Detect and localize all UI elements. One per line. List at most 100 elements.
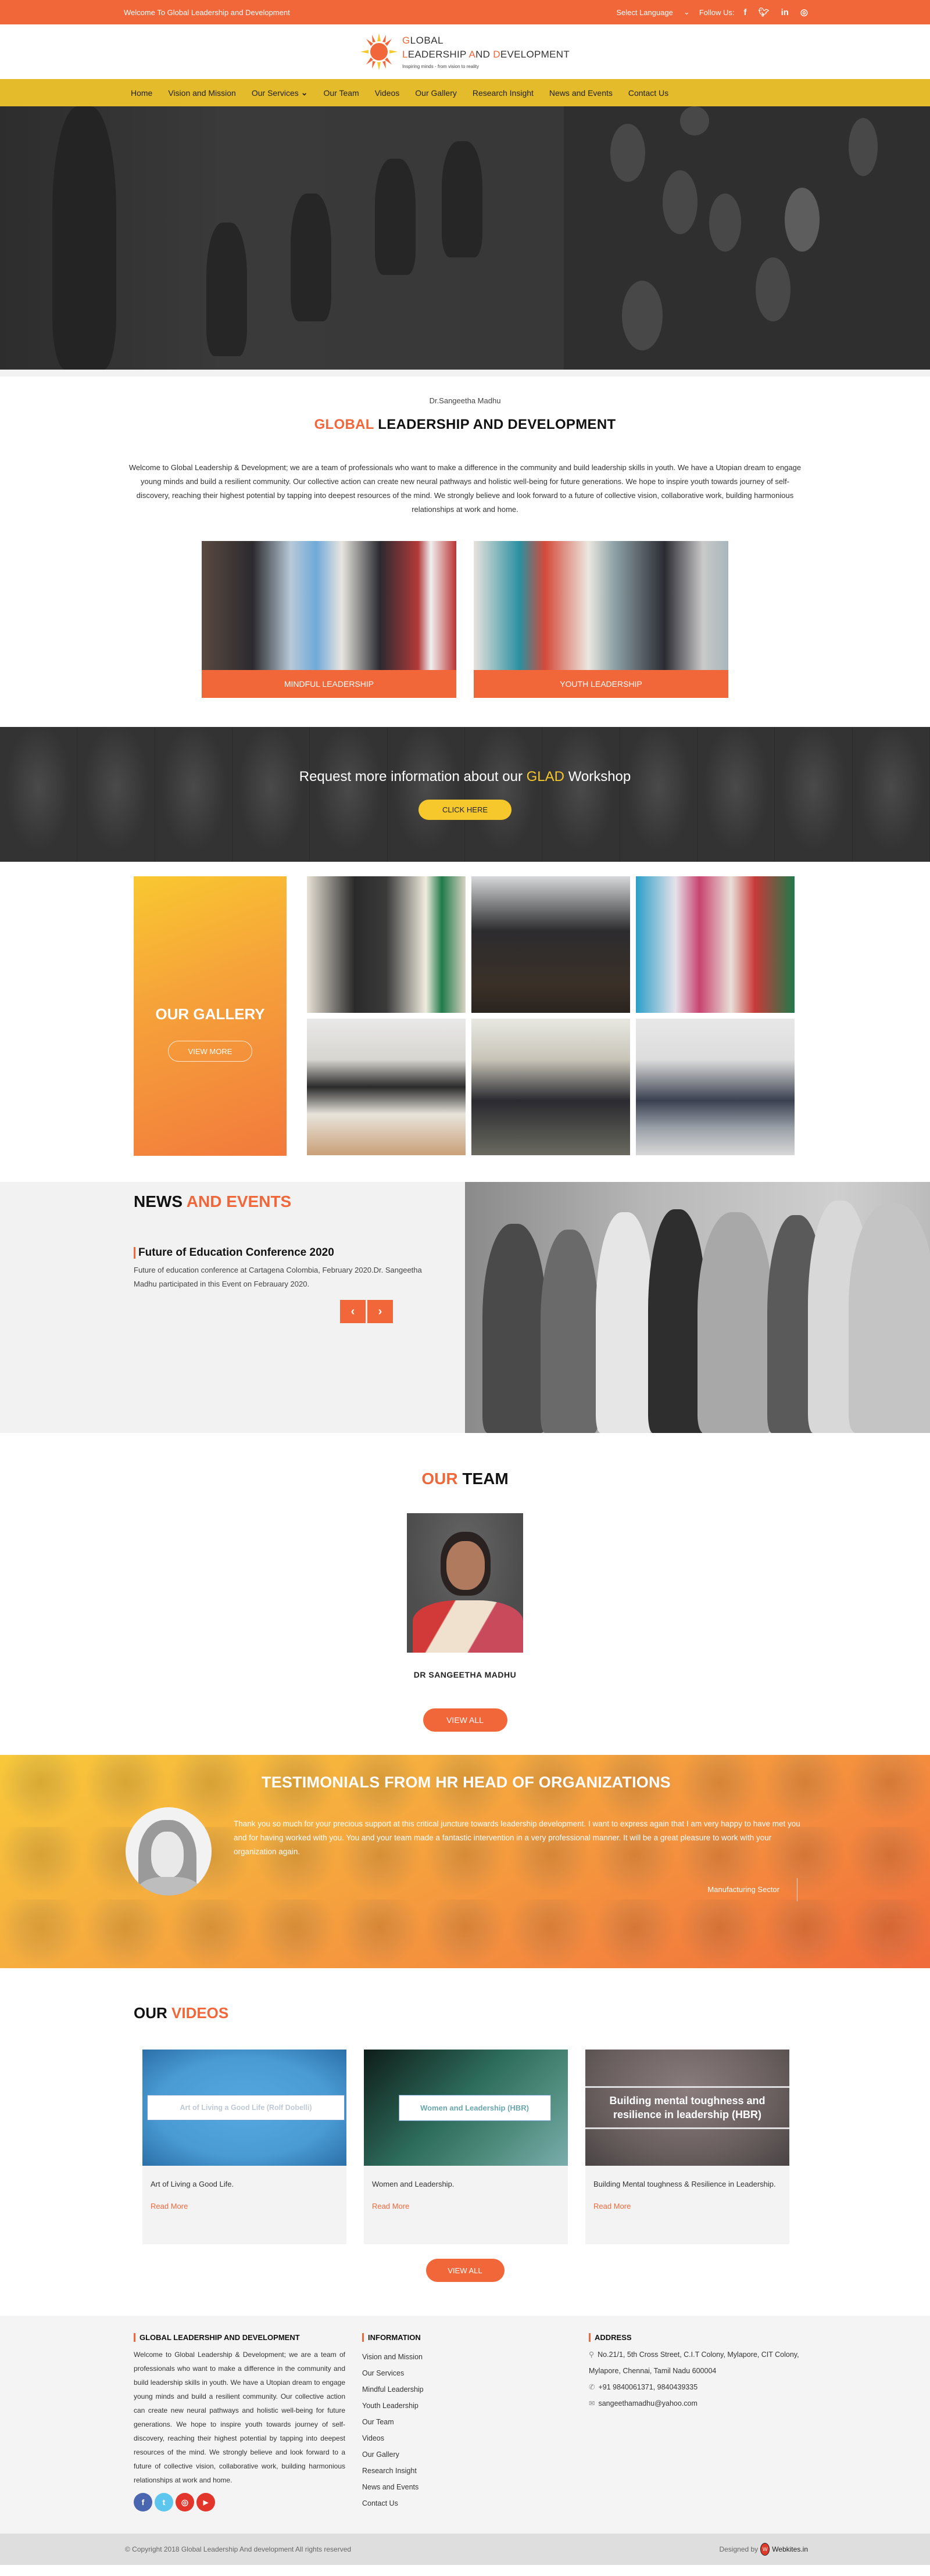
testimonial-author: Manufacturing Sector <box>707 1878 797 1901</box>
news-title: NEWS AND EVENTS <box>134 1192 292 1210</box>
designer-credit[interactable]: Designed by W Webkites.in <box>719 2543 808 2556</box>
footer-about-text: Welcome to Global Leadership & Developme… <box>134 2351 345 2484</box>
team-view-all-button[interactable]: VIEW ALL <box>423 1708 507 1732</box>
gallery-photo[interactable] <box>307 1019 466 1155</box>
nav-vision-mission[interactable]: Vision and Mission <box>168 88 235 98</box>
footer-link-our-services[interactable]: Our Services <box>362 2369 404 2377</box>
footer-link-news-events[interactable]: News and Events <box>362 2483 419 2491</box>
testimonial-quote: Thank you so much for your precious supp… <box>234 1819 800 1856</box>
youth-leadership-photo <box>474 541 728 670</box>
footer-link-videos[interactable]: Videos <box>362 2434 384 2442</box>
cta-heading: Request more information about our GLAD … <box>299 769 631 784</box>
follow-label: Follow Us: <box>699 8 735 17</box>
youtube-icon[interactable]: ▶ <box>196 2493 215 2511</box>
gallery-photo[interactable] <box>471 876 630 1013</box>
video-thumbnail[interactable]: Women and Leadership (HBR) <box>364 2050 568 2166</box>
cta-background-photo <box>0 727 930 862</box>
intro-title: GLOBAL LEADERSHIP AND DEVELOPMENT <box>314 417 616 432</box>
webkites-logo-icon: W <box>760 2543 770 2556</box>
gallery-grid <box>307 876 795 1182</box>
twitter-icon[interactable]: t <box>155 2493 173 2511</box>
facebook-icon[interactable]: f <box>134 2493 152 2511</box>
video-card: Art of Living a Good Life (Rolf Dobelli)… <box>142 2050 346 2244</box>
linkedin-icon[interactable]: in <box>781 8 789 17</box>
read-more-link[interactable]: Read More <box>593 2199 781 2213</box>
envelope-icon: ✉ <box>589 2399 595 2407</box>
footer-link-youth-leadership[interactable]: Youth Leadership <box>362 2402 419 2410</box>
team-member-photo[interactable] <box>407 1513 523 1653</box>
chevron-left-icon: ‹ <box>350 1305 355 1318</box>
footer-link-our-team[interactable]: Our Team <box>362 2418 394 2426</box>
footer-link-our-gallery[interactable]: Our Gallery <box>362 2450 399 2459</box>
nav-videos[interactable]: Videos <box>375 88 400 98</box>
view-more-button[interactable]: VIEW MORE <box>168 1041 252 1062</box>
map-pin-icon: ⚲ <box>589 2351 595 2359</box>
footer: GLOBAL LEADERSHIP AND DEVELOPMENT Welcom… <box>0 2316 930 2534</box>
read-more-link[interactable]: Read More <box>151 2199 338 2213</box>
gallery-photo[interactable] <box>471 1019 630 1155</box>
nav-our-gallery[interactable]: Our Gallery <box>415 88 457 98</box>
video-title: Art of Living a Good Life. <box>151 2180 234 2188</box>
footer-email[interactable]: ✉ sangeethamadhu@yahoo.com <box>589 2395 810 2412</box>
news-prev-button[interactable]: ‹ <box>340 1300 366 1323</box>
welcome-text: Welcome To Global Leadership and Develop… <box>124 8 290 17</box>
read-more-link[interactable]: Read More <box>372 2199 560 2213</box>
language-select[interactable]: Select Language ⌄ <box>616 8 690 17</box>
testimonials-section: TESTIMONIALS FROM HR HEAD OF ORGANIZATIO… <box>0 1755 930 1968</box>
gallery-photo[interactable] <box>636 876 795 1013</box>
instagram-icon[interactable]: ◎ <box>800 7 808 17</box>
footer-link-vision-mission[interactable]: Vision and Mission <box>362 2353 423 2361</box>
logo-text: GLOBAL LEADERSHIP AND DEVELOPMENT Inspir… <box>402 34 570 69</box>
nav-our-team[interactable]: Our Team <box>324 88 359 98</box>
intro-section: Dr.Sangeetha Madhu GLOBAL LEADERSHIP AND… <box>0 377 930 698</box>
hero-banner <box>0 106 930 370</box>
news-item-title[interactable]: Future of Education Conference 2020 <box>134 1247 465 1259</box>
mindful-leadership-card[interactable]: MINDFUL LEADERSHIP <box>202 541 456 698</box>
gallery-section: OUR GALLERY VIEW MORE <box>0 862 930 1182</box>
videos-view-all-button[interactable]: VIEW ALL <box>425 2259 505 2282</box>
instagram-icon[interactable]: ◎ <box>176 2493 194 2511</box>
click-here-button[interactable]: CLICK HERE <box>419 800 512 820</box>
video-card: Women and Leadership (HBR) Women and Lea… <box>364 2050 568 2244</box>
videos-title: OUR VIDEOS <box>134 2004 229 2022</box>
gallery-photo[interactable] <box>636 1019 795 1155</box>
video-thumbnail[interactable]: Building mental toughness and resilience… <box>585 2050 789 2166</box>
news-photo <box>465 1182 930 1433</box>
news-item-text: Future of education conference at Cartag… <box>134 1266 422 1288</box>
facebook-icon[interactable]: f <box>744 8 747 17</box>
main-nav: Home Vision and Mission Our Services ⌄ Ou… <box>0 79 930 106</box>
nav-contact-us[interactable]: Contact Us <box>628 88 668 98</box>
mindful-leadership-caption: MINDFUL LEADERSHIP <box>202 670 456 698</box>
user-avatar-icon <box>126 1807 212 1896</box>
footer-about-title: GLOBAL LEADERSHIP AND DEVELOPMENT <box>134 2333 362 2342</box>
intro-subtitle: Dr.Sangeetha Madhu <box>429 396 501 405</box>
youth-leadership-card[interactable]: YOUTH LEADERSHIP <box>474 541 728 698</box>
footer-info-title: INFORMATION <box>362 2333 589 2342</box>
nav-our-services[interactable]: Our Services ⌄ <box>252 88 308 98</box>
team-section: OUR TEAM DR SANGEETHA MADHU VIEW ALL <box>0 1433 930 1732</box>
sun-logo-icon <box>360 33 398 70</box>
team-title: OUR TEAM <box>421 1470 509 1488</box>
mindful-leadership-photo <box>202 541 456 670</box>
site-header: GLOBAL LEADERSHIP AND DEVELOPMENT Inspir… <box>0 24 930 79</box>
videos-section: OUR VIDEOS Art of Living a Good Life (Ro… <box>0 1968 930 2244</box>
copyright-bar: © Copyright 2018 Global Leadership And d… <box>0 2534 930 2565</box>
nav-home[interactable]: Home <box>131 88 152 98</box>
language-select-label: Select Language <box>616 8 673 17</box>
footer-link-research-insight[interactable]: Research Insight <box>362 2467 417 2475</box>
news-next-button[interactable]: › <box>367 1300 393 1323</box>
hero-divider <box>0 370 930 377</box>
gallery-photo[interactable] <box>307 876 466 1013</box>
twitter-icon[interactable]: 🐦︎ <box>759 7 770 17</box>
gallery-title-panel: OUR GALLERY VIEW MORE <box>134 876 287 1156</box>
footer-link-mindful-leadership[interactable]: Mindful Leadership <box>362 2385 424 2394</box>
hero-bokeh-image <box>564 106 930 370</box>
footer-link-contact-us[interactable]: Contact Us <box>362 2499 398 2507</box>
chevron-down-icon: ⌄ <box>301 88 308 97</box>
site-logo[interactable]: GLOBAL LEADERSHIP AND DEVELOPMENT Inspir… <box>360 33 570 70</box>
nav-news-events[interactable]: News and Events <box>549 88 613 98</box>
nav-research-insight[interactable]: Research Insight <box>473 88 534 98</box>
video-thumbnail[interactable]: Art of Living a Good Life (Rolf Dobelli) <box>142 2050 346 2166</box>
footer-address: ⚲ No.21/1, 5th Cross Street, C.I.T Colony… <box>589 2351 799 2375</box>
gallery-title: OUR GALLERY <box>155 1005 265 1023</box>
